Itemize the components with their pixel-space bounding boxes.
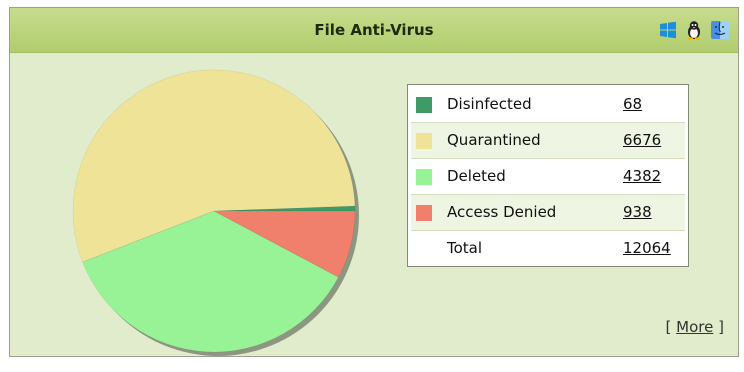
file-antivirus-panel: File Anti-Virus Disinfected 68 Quarantin… — [9, 7, 739, 357]
legend-label-total: Total — [447, 239, 483, 257]
legend-row-access-denied: Access Denied 938 — [411, 195, 685, 231]
quarantined-count-link[interactable]: 6676 — [623, 123, 661, 158]
panel-header: File Anti-Virus — [10, 8, 738, 53]
legend-row-deleted: Deleted 4382 — [411, 159, 685, 195]
legend-label-disinfected: Disinfected — [447, 95, 532, 113]
swatch-disinfected — [416, 97, 432, 113]
pie-chart-area — [68, 68, 368, 368]
mac-finder-icon[interactable] — [710, 20, 730, 40]
more-link[interactable]: More — [676, 318, 713, 336]
disinfected-count-link[interactable]: 68 — [623, 87, 642, 122]
os-icons — [658, 20, 730, 40]
legend-label-access-denied: Access Denied — [447, 203, 557, 221]
swatch-access-denied — [416, 205, 432, 221]
legend-row-total: Total 12064 — [411, 231, 685, 266]
windows-icon[interactable] — [658, 20, 678, 40]
legend-row-quarantined: Quarantined 6676 — [411, 123, 685, 159]
swatch-quarantined — [416, 133, 432, 149]
more-bracket-close: ] — [718, 318, 724, 336]
total-count-link[interactable]: 12064 — [623, 231, 671, 266]
pie-chart — [72, 69, 359, 356]
linux-icon[interactable] — [684, 20, 704, 40]
legend-label-quarantined: Quarantined — [447, 131, 541, 149]
legend-table: Disinfected 68 Quarantined 6676 Deleted … — [407, 84, 689, 267]
legend-label-deleted: Deleted — [447, 167, 506, 185]
deleted-count-link[interactable]: 4382 — [623, 159, 661, 194]
legend-row-disinfected: Disinfected 68 — [411, 87, 685, 123]
access-denied-count-link[interactable]: 938 — [623, 195, 652, 230]
more-link-container: [ More ] — [666, 318, 724, 336]
panel-title: File Anti-Virus — [314, 21, 434, 39]
more-bracket-open: [ — [665, 318, 672, 336]
swatch-deleted — [416, 169, 432, 185]
